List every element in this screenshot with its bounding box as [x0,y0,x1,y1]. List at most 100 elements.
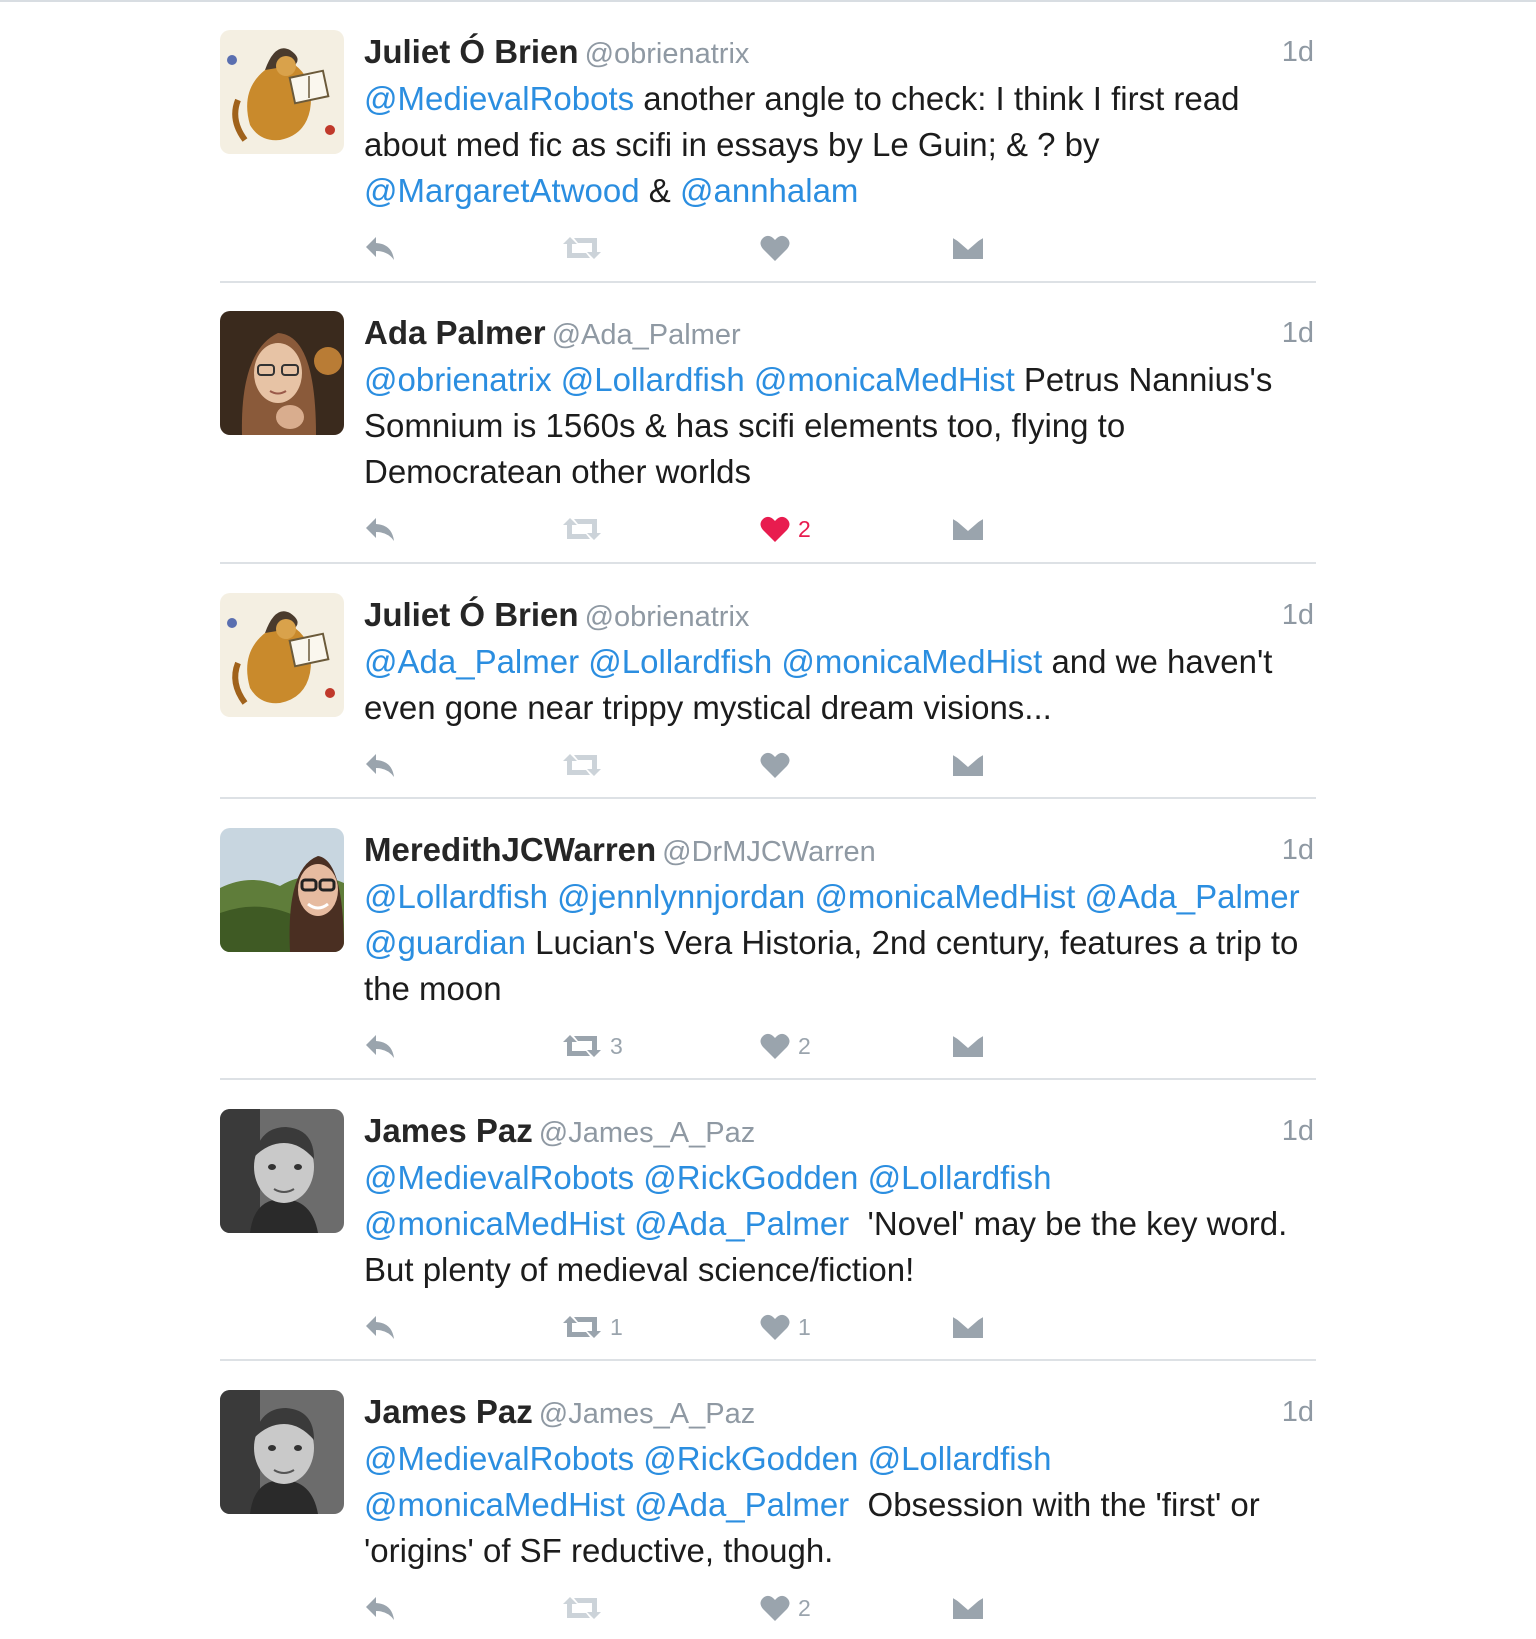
retweet-button[interactable] [562,1588,602,1628]
mention-link[interactable]: @annhalam [680,172,858,209]
mention-link[interactable]: @Lollardfish [868,1159,1052,1196]
tweet-divider [220,562,1316,564]
mention-link[interactable]: @guardian [364,924,526,961]
avatar[interactable] [220,1390,344,1514]
like-button[interactable]: 2 [760,509,811,549]
direct-message-button[interactable] [952,509,984,549]
envelope-icon [952,234,984,262]
like-count: 1 [798,1313,811,1340]
like-button[interactable]: 1 [760,1307,811,1347]
direct-message-button[interactable] [952,1026,984,1066]
mention-link[interactable]: @monicaMedHist [364,1205,625,1242]
like-button[interactable]: 2 [760,1026,811,1066]
avatar[interactable] [220,30,344,154]
mention-link[interactable]: @MargaretAtwood [364,172,640,209]
timestamp[interactable]: 1d [1282,828,1314,872]
tweet-actions: 11 [364,1307,1314,1347]
reply-button[interactable] [364,1307,398,1347]
mention-link[interactable]: @Ada_Palmer [634,1205,849,1242]
retweet-icon [562,233,602,263]
reply-icon [364,1312,398,1342]
handle[interactable]: @Ada_Palmer [552,319,741,351]
timestamp[interactable]: 1d [1282,593,1314,637]
direct-message-button[interactable] [952,745,984,785]
text-segment [579,643,588,680]
display-name[interactable]: Juliet Ó Brien [364,33,579,70]
text-segment: & [639,172,680,209]
display-name[interactable]: MeredithJCWarren [364,831,656,868]
retweet-button[interactable]: 1 [562,1307,623,1347]
mention-link[interactable]: @monicaMedHist [814,878,1075,915]
retweet-button[interactable] [562,745,602,785]
mention-link[interactable]: @monicaMedHist [754,361,1015,398]
envelope-icon [952,751,984,779]
handle[interactable]: @obrienatrix [585,38,750,70]
tweet-header: James Paz @James_A_Paz 1d [364,1390,1314,1434]
tweet-divider [220,797,1316,799]
retweet-button[interactable]: 3 [562,1026,623,1066]
avatar[interactable] [220,1109,344,1233]
retweet-button[interactable] [562,228,602,268]
text-segment [625,1486,634,1523]
mention-link[interactable]: @Lollardfish [561,361,745,398]
retweet-icon [562,1593,602,1623]
text-segment [1052,1440,1061,1477]
mention-link[interactable]: @obrienatrix [364,361,552,398]
avatar[interactable] [220,828,344,952]
text-segment [548,878,557,915]
display-name[interactable]: James Paz [364,1393,533,1430]
handle[interactable]: @James_A_Paz [539,1398,755,1430]
reply-button[interactable] [364,509,398,549]
direct-message-button[interactable] [952,1307,984,1347]
mention-link[interactable]: @Lollardfish [364,878,548,915]
tweet-body: Juliet Ó Brien @obrienatrix 1d @MedievalRob… [364,30,1314,268]
heart-icon [760,515,790,543]
tweet-header: Juliet Ó Brien @obrienatrix 1d [364,593,1314,637]
like-button[interactable] [760,745,790,785]
mention-link[interactable]: @RickGodden [643,1159,858,1196]
direct-message-button[interactable] [952,1588,984,1628]
mention-link[interactable]: @RickGodden [643,1440,858,1477]
mention-link[interactable]: @monicaMedHist [781,643,1042,680]
like-button[interactable]: 2 [760,1588,811,1628]
mention-link[interactable]: @MedievalRobots [364,1440,634,1477]
handle[interactable]: @DrMJCWarren [662,836,876,868]
mention-link[interactable]: @Ada_Palmer [364,643,579,680]
heart-icon [760,751,790,779]
timestamp[interactable]: 1d [1282,30,1314,74]
mention-link[interactable]: @MedievalRobots [364,1159,634,1196]
display-name[interactable]: Ada Palmer [364,314,546,351]
timestamp[interactable]: 1d [1282,1109,1314,1153]
handle[interactable]: @James_A_Paz [539,1117,755,1149]
avatar[interactable] [220,593,344,717]
mention-link[interactable]: @Ada_Palmer [1085,878,1300,915]
tweet-body: Ada Palmer @Ada_Palmer 1d @obrienatrix @Lol… [364,311,1314,549]
timestamp[interactable]: 1d [1282,311,1314,355]
direct-message-button[interactable] [952,228,984,268]
reply-button[interactable] [364,745,398,785]
text-segment [1075,878,1084,915]
tweet-divider [220,281,1316,283]
mention-link[interactable]: @jennlynnjordan [557,878,805,915]
mention-link[interactable]: @MedievalRobots [364,80,634,117]
avatar[interactable] [220,311,344,435]
tweet-text: @Ada_Palmer @Lollardfish @monicaMedHist … [364,639,1314,731]
mention-link[interactable]: @monicaMedHist [364,1486,625,1523]
tweet-actions [364,745,1314,785]
reply-button[interactable] [364,1588,398,1628]
display-name[interactable]: Juliet Ó Brien [364,596,579,633]
mention-link[interactable]: @Lollardfish [588,643,772,680]
like-button[interactable] [760,228,790,268]
mention-link[interactable]: @Ada_Palmer [634,1486,849,1523]
tweet-text: @obrienatrix @Lollardfish @monicaMedHist… [364,357,1314,495]
text-segment [625,1205,634,1242]
handle[interactable]: @obrienatrix [585,601,750,633]
tweet-header: MeredithJCWarren @DrMJCWarren 1d [364,828,1314,872]
display-name[interactable]: James Paz [364,1112,533,1149]
mention-link[interactable]: @Lollardfish [868,1440,1052,1477]
reply-button[interactable] [364,228,398,268]
reply-button[interactable] [364,1026,398,1066]
retweet-button[interactable] [562,509,602,549]
timestamp[interactable]: 1d [1282,1390,1314,1434]
heart-icon [760,1594,790,1622]
